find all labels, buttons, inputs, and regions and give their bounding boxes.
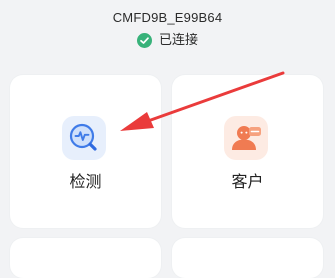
customer-label: 客户 [231, 172, 264, 191]
customer-person-icon [224, 116, 268, 160]
detect-tile[interactable]: 检测 [10, 75, 161, 228]
detect-search-icon [62, 116, 106, 160]
connection-status-text: 已连接 [158, 32, 198, 48]
tile-partial-bottom-left[interactable] [10, 238, 161, 278]
customer-tile[interactable]: 客户 [172, 75, 323, 228]
check-circle-icon [136, 32, 152, 48]
connection-status: 已连接 [0, 30, 335, 50]
detect-label: 检测 [69, 172, 102, 191]
device-header: CMFD9B_E99B64 已连接 [0, 0, 335, 60]
device-name: CMFD9B_E99B64 [112, 10, 223, 25]
tile-partial-bottom-right[interactable] [172, 238, 323, 278]
